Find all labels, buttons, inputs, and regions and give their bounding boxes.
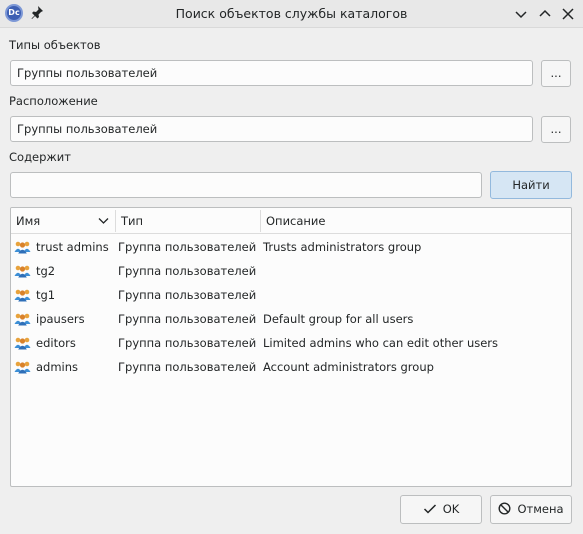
close-icon	[562, 8, 574, 20]
user-group-icon	[14, 336, 31, 350]
table-row[interactable]: editors Группа пользователей Limited admin…	[11, 331, 571, 355]
cell-name: tg2	[36, 264, 56, 278]
cell-name: tg1	[36, 288, 56, 302]
ok-button-label: OK	[442, 502, 460, 516]
window-title: Поиск объектов службы каталогов	[175, 6, 408, 21]
table-row[interactable]: tg1 Группа пользователей	[11, 283, 571, 307]
object-types-label: Типы объектов	[9, 38, 101, 52]
check-icon	[423, 504, 436, 514]
cell-name: ipausers	[36, 312, 85, 326]
user-group-icon	[14, 264, 31, 278]
title-bar: Dc Поиск объектов службы каталогов	[0, 0, 583, 28]
location-label: Расположение	[9, 94, 98, 108]
cell-name: editors	[36, 336, 76, 350]
object-types-browse-button[interactable]: ...	[541, 60, 571, 87]
sort-chevron-down-icon[interactable]	[98, 217, 109, 225]
location-field[interactable]: Группы пользователей	[10, 116, 533, 142]
ok-button[interactable]: OK	[400, 495, 482, 524]
cell-type: Группа пользователей	[118, 264, 257, 278]
user-group-icon	[14, 312, 31, 326]
cell-type: Группа пользователей	[118, 312, 257, 326]
location-browse-button[interactable]: ...	[541, 116, 571, 143]
cancel-icon	[498, 502, 511, 515]
column-header-type[interactable]: Тип	[116, 208, 260, 234]
table-row[interactable]: admins Группа пользователей Account admini…	[11, 355, 571, 379]
cell-name: trust admins	[36, 240, 109, 254]
user-group-icon	[14, 360, 31, 374]
column-header-description-label: Описание	[266, 214, 326, 228]
chevron-up-icon	[539, 9, 551, 17]
contains-input[interactable]	[10, 172, 482, 198]
object-types-field[interactable]: Группы пользователей	[10, 60, 533, 86]
cell-description: Limited admins who can edit other users	[263, 336, 499, 350]
chevron-down-icon	[515, 11, 527, 19]
contains-label: Содержит	[9, 150, 71, 164]
table-row[interactable]: tg2 Группа пользователей	[11, 259, 571, 283]
cell-type: Группа пользователей	[118, 288, 257, 302]
table-row[interactable]: ipausers Группа пользователей Default grou…	[11, 307, 571, 331]
user-group-icon	[14, 288, 31, 302]
cell-description: Default group for all users	[263, 312, 414, 326]
cell-name: admins	[36, 360, 79, 374]
results-table[interactable]: Имя Тип Описание trust admins Группа поль…	[10, 207, 572, 487]
cell-type: Группа пользователей	[118, 240, 257, 254]
user-group-icon	[14, 240, 31, 254]
table-row[interactable]: trust admins Группа пользователей Trusts a…	[11, 235, 571, 259]
search-directory-objects-dialog: Dc Поиск объектов службы каталогов Типы …	[0, 0, 583, 534]
minimize-button[interactable]	[512, 5, 530, 23]
cancel-button-label: Отмена	[517, 502, 564, 516]
find-button[interactable]: Найти	[490, 171, 572, 199]
table-header: Имя Тип Описание	[11, 208, 571, 234]
cell-type: Группа пользователей	[118, 336, 257, 350]
close-button[interactable]	[559, 5, 577, 23]
cell-description: Account administrators group	[263, 360, 434, 374]
cancel-button[interactable]: Отмена	[490, 495, 572, 524]
column-header-description[interactable]: Описание	[261, 208, 571, 234]
column-header-type-label: Тип	[121, 214, 144, 228]
maximize-button[interactable]	[536, 5, 554, 23]
cell-type: Группа пользователей	[118, 360, 257, 374]
cell-description: Trusts administrators group	[263, 240, 422, 254]
column-header-name-label: Имя	[16, 214, 41, 228]
